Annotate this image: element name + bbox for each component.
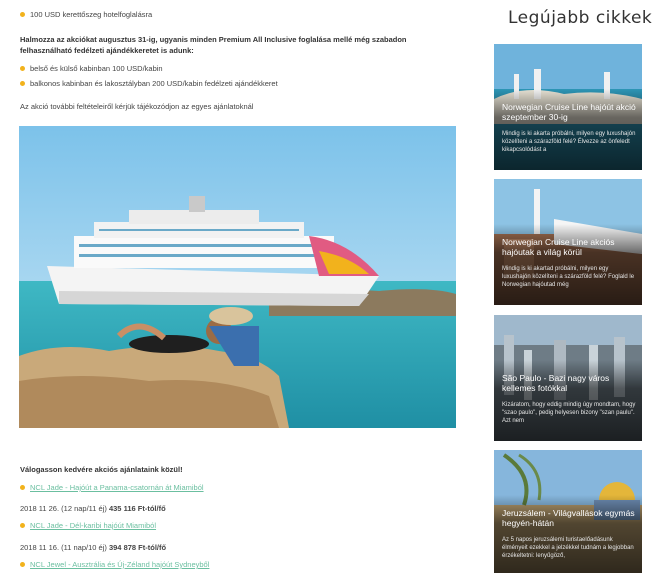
offer-link-text[interactable]: NCL Jewel - Ausztrália és Új-Zéland hajó… xyxy=(30,560,209,569)
top-bullet-text: 100 USD kerettőszeg hotelfoglalásra xyxy=(30,10,153,19)
card-excerpt: Mindig is ki akarta próbálni, milyen egy… xyxy=(502,131,636,153)
card-excerpt: Mindig is ki akartad próbálni, milyen eg… xyxy=(502,266,635,288)
hero-image xyxy=(19,126,456,428)
card-excerpt: Kizáratom, hogy eddig mindig úgy mondtam… xyxy=(502,402,636,424)
bullet-item: belső és külső kabinban 100 USD/kabin xyxy=(20,64,163,73)
bullet-dot-icon xyxy=(20,12,25,17)
offer-price: 394 878 Ft-tól/fő xyxy=(108,543,167,552)
bullet-dot-icon xyxy=(20,81,25,86)
card-title[interactable]: Norwegian Cruise Line akciós hajóutak a … xyxy=(502,237,636,257)
offer-date: 2018 11 26. (12 nap/11 éj) xyxy=(20,504,107,513)
cruise-beach-photo xyxy=(19,126,456,428)
sidebar-title: Legújabb cikkek xyxy=(508,8,653,28)
offers-heading: Válogasson kedvére akciós ajánlataink kö… xyxy=(20,465,183,474)
bullet-dot-icon xyxy=(20,523,25,528)
offer-link-text[interactable]: NCL Jade - Dél-karibi hajóút Miamiból xyxy=(30,521,156,530)
bullet-dot-icon xyxy=(20,562,25,567)
offer-meta: 2018 11 16. (11 nap/10 éj) 394 878 Ft-tó… xyxy=(20,543,166,552)
offer-date: 2018 11 16. (11 nap/10 éj) xyxy=(20,543,107,552)
intro-paragraph: Halmozza az akciókat augusztus 31-ig, ug… xyxy=(20,35,407,55)
offer-link[interactable]: NCL Jewel - Ausztrália és Új-Zéland hajó… xyxy=(20,560,209,569)
bullet-dot-icon xyxy=(20,485,25,490)
card-title[interactable]: Jeruzsálem - Világvallások egymás hegyén… xyxy=(502,508,636,528)
offer-link[interactable]: NCL Jade - Hajóút a Panama-csatornán át … xyxy=(20,483,204,492)
card-excerpt: Az 5 napos jeruzsálemi turistaelőadásunk… xyxy=(502,537,634,559)
bullet-item-text: balkonos kabinban és lakosztályban 200 U… xyxy=(30,79,278,88)
article-card[interactable]: Norwegian Cruise Line akciós hajóutak a … xyxy=(494,179,642,305)
card-title[interactable]: São Paulo - Bazi nagy város kellemes fot… xyxy=(502,373,636,393)
article-content: 100 USD kerettőszeg hotelfoglalásra Halm… xyxy=(0,0,470,573)
bullet-dot-icon xyxy=(20,66,25,71)
bullet-item: balkonos kabinban és lakosztályban 200 U… xyxy=(20,79,278,88)
top-bullet: 100 USD kerettőszeg hotelfoglalásra xyxy=(20,10,152,19)
offer-meta: 2018 11 26. (12 nap/11 éj) 435 116 Ft-tó… xyxy=(20,504,166,513)
offer-price: 435 116 Ft-tól/fő xyxy=(108,504,166,513)
card-title[interactable]: Norwegian Cruise Line hajóút akció szept… xyxy=(502,102,636,122)
article-card[interactable]: Jeruzsálem - Világvallások egymás hegyén… xyxy=(494,450,642,573)
bullet-item-text: belső és külső kabinban 100 USD/kabin xyxy=(30,64,163,73)
sidebar: Legújabb cikkek Norwegian Cruise Line ha… xyxy=(488,0,658,573)
offer-link[interactable]: NCL Jade - Dél-karibi hajóút Miamiból xyxy=(20,521,156,530)
article-card[interactable]: São Paulo - Bazi nagy város kellemes fot… xyxy=(494,315,642,441)
article-card[interactable]: Norwegian Cruise Line hajóút akció szept… xyxy=(494,44,642,170)
conditions-note: Az akció további feltételeiről kérjük tá… xyxy=(20,102,254,111)
offer-link-text[interactable]: NCL Jade - Hajóút a Panama-csatornán át … xyxy=(30,483,204,492)
